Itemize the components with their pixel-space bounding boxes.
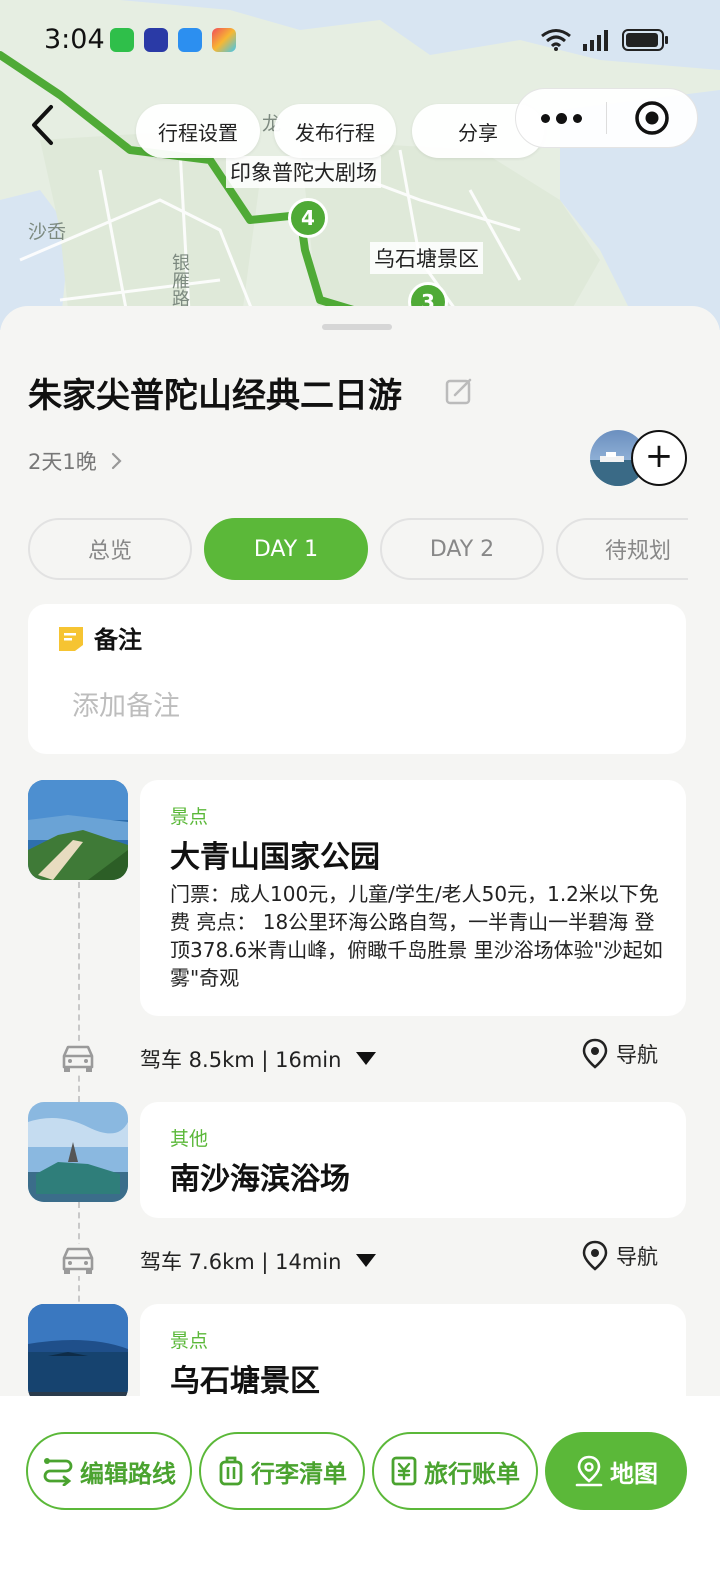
tab-overview[interactable]: 总览 (28, 518, 192, 580)
navigate-button[interactable]: 导航 (582, 1240, 658, 1272)
edit-route-label: 编辑路线 (80, 1459, 176, 1488)
luggage-list-button[interactable]: 行李清单 (199, 1432, 365, 1510)
luggage-list-label: 行李清单 (251, 1459, 347, 1488)
wifi-icon (541, 29, 571, 51)
route-segment: 驾车 7.6km | 14min 导航 (0, 1238, 720, 1284)
note-icon (59, 627, 83, 651)
spot-category: 景点 (170, 1330, 209, 1352)
spot-thumbnail[interactable] (28, 780, 128, 880)
add-note-input[interactable]: 添加备注 (72, 684, 180, 723)
spot-card[interactable]: 其他 南沙海滨浴场 (140, 1102, 686, 1218)
map-pin-4[interactable]: 4 (288, 198, 328, 238)
location-pin-icon (582, 1240, 608, 1271)
travel-bill-label: 旅行账单 (424, 1459, 520, 1488)
spot-category: 景点 (170, 806, 209, 828)
travel-bill-button[interactable]: 旅行账单 (372, 1432, 538, 1510)
trip-settings-button[interactable]: 行程设置 (136, 104, 260, 158)
chevron-right-icon (111, 452, 122, 470)
route-info: 驾车 7.6km | 14min (140, 1250, 342, 1274)
trip-title: 朱家尖普陀山经典二日游 (28, 376, 402, 416)
spot-name: 南沙海滨浴场 (170, 1162, 350, 1197)
trip-duration[interactable]: 2天1晚 (28, 446, 123, 476)
spot-photo (28, 1102, 128, 1202)
tab-day-2[interactable]: DAY 2 (380, 518, 544, 580)
status-bar: 3:04 (0, 18, 720, 62)
spot-description: 门票：成人100元，儿童/学生/老人50元，1.2米以下免费 亮点： 18公里环… (170, 882, 663, 990)
sheet-handle[interactable] (322, 324, 392, 330)
tab-day-1[interactable]: DAY 1 (204, 518, 368, 580)
status-time: 3:04 (44, 24, 105, 55)
app-icon (212, 28, 236, 52)
spot-category: 其他 (170, 1128, 209, 1150)
battery-icon (622, 29, 668, 51)
spot-thumbnail[interactable] (28, 1102, 128, 1202)
map-pin-icon (575, 1455, 603, 1487)
map-button[interactable]: 地图 (545, 1432, 687, 1510)
navigate-button[interactable]: 导航 (582, 1038, 658, 1070)
edit-route-button[interactable]: 编辑路线 (26, 1432, 192, 1510)
edit-icon[interactable] (444, 376, 474, 406)
spot-card[interactable]: 景点 大青山国家公园 门票：成人100元，儿童/学生/老人50元，1.2米以下免… (140, 780, 686, 1016)
location-pin-icon (582, 1038, 608, 1069)
map-label-theatre[interactable]: 印象普陀大剧场 (226, 156, 381, 188)
back-button[interactable] (22, 98, 62, 152)
navigate-label: 导航 (616, 1245, 658, 1269)
bill-icon (391, 1456, 417, 1486)
miniprogram-capsule (515, 88, 698, 148)
spot-name: 大青山国家公园 (170, 840, 380, 875)
luggage-icon (219, 1456, 243, 1486)
note-card: 备注 添加备注 (28, 604, 686, 754)
add-member-button[interactable]: + (631, 430, 687, 486)
tab-to-plan[interactable]: 待规划 (556, 518, 688, 580)
route-segment: 驾车 8.5km | 16min 导航 (0, 1036, 720, 1082)
day-tabs: 总览 DAY 1 DAY 2 待规划 (28, 518, 688, 582)
app-icon (144, 28, 168, 52)
car-icon (60, 1244, 96, 1276)
expand-route-caret[interactable] (356, 1052, 376, 1065)
spot-photo (28, 1304, 128, 1396)
navigate-label: 导航 (616, 1043, 658, 1067)
car-icon (60, 1042, 96, 1074)
close-miniprogram-button[interactable] (607, 100, 697, 136)
spot-card[interactable]: 景点 乌石塘景区 (140, 1304, 686, 1396)
map-label-wushitang[interactable]: 乌石塘景区 (370, 242, 483, 274)
wechat-icon (110, 28, 134, 52)
bottom-action-bar: 编辑路线 行李清单 旅行账单 地图 (0, 1396, 720, 1582)
spot-name: 乌石塘景区 (170, 1364, 320, 1396)
map-label-shacha: 沙岙 (28, 221, 67, 243)
note-title: 备注 (94, 626, 142, 654)
more-button[interactable] (516, 89, 606, 147)
itinerary-sheet: 朱家尖普陀山经典二日游 2天1晚 + 总览 DAY 1 DAY 2 待规划 备注… (0, 306, 720, 1396)
signal-icon (583, 30, 608, 51)
duration-text: 2天1晚 (28, 450, 97, 474)
route-info: 驾车 8.5km | 16min (140, 1048, 342, 1072)
message-icon (178, 28, 202, 52)
route-icon (43, 1458, 73, 1486)
chevron-left-icon (32, 105, 53, 145)
spot-photo (28, 780, 128, 880)
spot-thumbnail[interactable] (28, 1304, 128, 1396)
expand-route-caret[interactable] (356, 1254, 376, 1267)
map-label-road: 银雁路 (169, 253, 190, 307)
publish-trip-button[interactable]: 发布行程 (274, 104, 396, 158)
map-label: 地图 (610, 1459, 658, 1488)
target-icon (635, 101, 669, 135)
